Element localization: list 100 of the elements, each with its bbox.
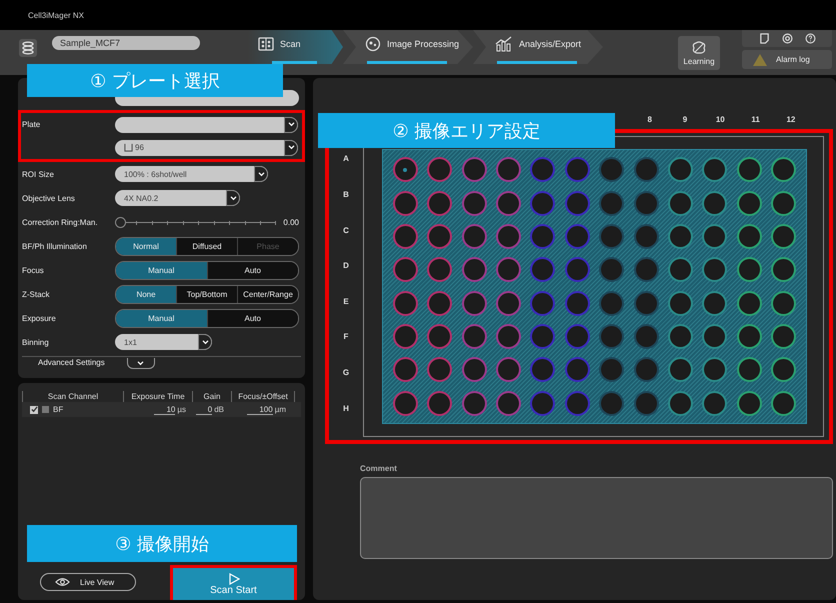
expand-button[interactable] [126, 358, 155, 369]
well[interactable] [599, 190, 624, 216]
segment-option[interactable]: Diffused [176, 238, 237, 254]
alarm-log-button[interactable]: Alarm log [742, 50, 832, 69]
well[interactable] [462, 190, 487, 216]
well[interactable] [634, 290, 659, 316]
scan-area[interactable] [382, 149, 807, 424]
well[interactable] [427, 157, 452, 182]
well[interactable] [564, 157, 590, 182]
well[interactable] [427, 257, 452, 282]
well[interactable] [564, 257, 590, 282]
well[interactable] [392, 290, 418, 316]
well[interactable] [736, 390, 762, 416]
help-icon[interactable] [804, 33, 816, 44]
well[interactable] [462, 357, 487, 382]
well[interactable] [736, 290, 762, 316]
step-tab[interactable]: Image Processing [343, 30, 473, 64]
well[interactable] [599, 357, 624, 382]
well[interactable] [668, 324, 694, 350]
well[interactable] [427, 390, 452, 416]
well[interactable] [564, 390, 590, 416]
slider-thumb[interactable] [115, 216, 126, 228]
live-view-button[interactable]: Live View [40, 573, 136, 591]
well[interactable] [599, 157, 624, 182]
well[interactable] [736, 324, 762, 350]
well[interactable] [392, 324, 418, 350]
well[interactable] [427, 324, 452, 350]
sample-name-field[interactable]: Sample_MCF7 [52, 36, 200, 50]
well[interactable] [634, 257, 659, 282]
well[interactable] [736, 257, 762, 282]
well[interactable] [736, 190, 762, 216]
well[interactable] [702, 157, 728, 182]
well[interactable] [599, 324, 624, 350]
well[interactable] [736, 224, 762, 249]
well[interactable] [599, 290, 624, 316]
segment-option[interactable]: Normal [116, 238, 176, 254]
scan-start-button[interactable]: Scan Start [173, 568, 294, 600]
well[interactable] [462, 324, 487, 350]
well[interactable] [530, 257, 556, 282]
well[interactable] [462, 290, 487, 316]
well[interactable] [392, 190, 418, 216]
well[interactable] [392, 390, 418, 416]
well[interactable] [736, 357, 762, 382]
well[interactable] [496, 190, 521, 216]
well[interactable] [427, 190, 452, 216]
well[interactable] [599, 257, 624, 282]
focus-field[interactable]: 100 [247, 404, 273, 414]
well[interactable] [702, 257, 728, 282]
well[interactable] [599, 224, 624, 249]
well[interactable] [530, 190, 556, 216]
well[interactable] [427, 290, 452, 316]
well[interactable] [530, 357, 556, 382]
well[interactable] [496, 390, 521, 416]
well[interactable] [462, 390, 487, 416]
well[interactable] [634, 324, 659, 350]
well[interactable] [771, 390, 796, 416]
well[interactable] [462, 224, 487, 249]
well[interactable] [702, 357, 728, 382]
well[interactable] [702, 190, 728, 216]
well[interactable] [668, 357, 694, 382]
well[interactable] [564, 290, 590, 316]
step-tab[interactable]: Analysis/Export [473, 30, 603, 64]
comment-field[interactable] [360, 477, 833, 559]
well[interactable] [634, 224, 659, 249]
well[interactable] [668, 157, 694, 182]
well[interactable] [462, 157, 487, 182]
well[interactable] [564, 357, 590, 382]
well[interactable] [462, 257, 487, 282]
document-icon[interactable] [758, 33, 770, 44]
well[interactable] [530, 390, 556, 416]
well[interactable] [530, 224, 556, 249]
well[interactable] [564, 324, 590, 350]
well[interactable] [427, 357, 452, 382]
well[interactable] [530, 324, 556, 350]
segment-option[interactable]: None [116, 286, 176, 302]
well[interactable] [702, 224, 728, 249]
plate-type-dropdown[interactable]: 96 [115, 140, 298, 156]
well[interactable] [736, 157, 762, 182]
well[interactable] [392, 357, 418, 382]
well[interactable] [702, 324, 728, 350]
well[interactable] [530, 157, 556, 182]
well[interactable] [668, 224, 694, 249]
well[interactable] [668, 190, 694, 216]
exposure-field[interactable]: 10 [154, 404, 176, 414]
stack-icon[interactable] [18, 38, 38, 58]
well[interactable] [634, 190, 659, 216]
well[interactable] [496, 224, 521, 249]
segment-option[interactable]: Auto [206, 262, 298, 278]
well[interactable] [771, 224, 796, 249]
learning-button[interactable]: Learning [678, 36, 720, 70]
well[interactable] [392, 224, 418, 249]
well[interactable] [599, 390, 624, 416]
well[interactable] [496, 157, 521, 182]
well[interactable] [392, 157, 418, 182]
well[interactable] [496, 357, 521, 382]
well[interactable] [702, 290, 728, 316]
well[interactable] [530, 290, 556, 316]
segment-option[interactable]: Auto [206, 310, 298, 326]
well[interactable] [564, 224, 590, 249]
well[interactable] [496, 257, 521, 282]
